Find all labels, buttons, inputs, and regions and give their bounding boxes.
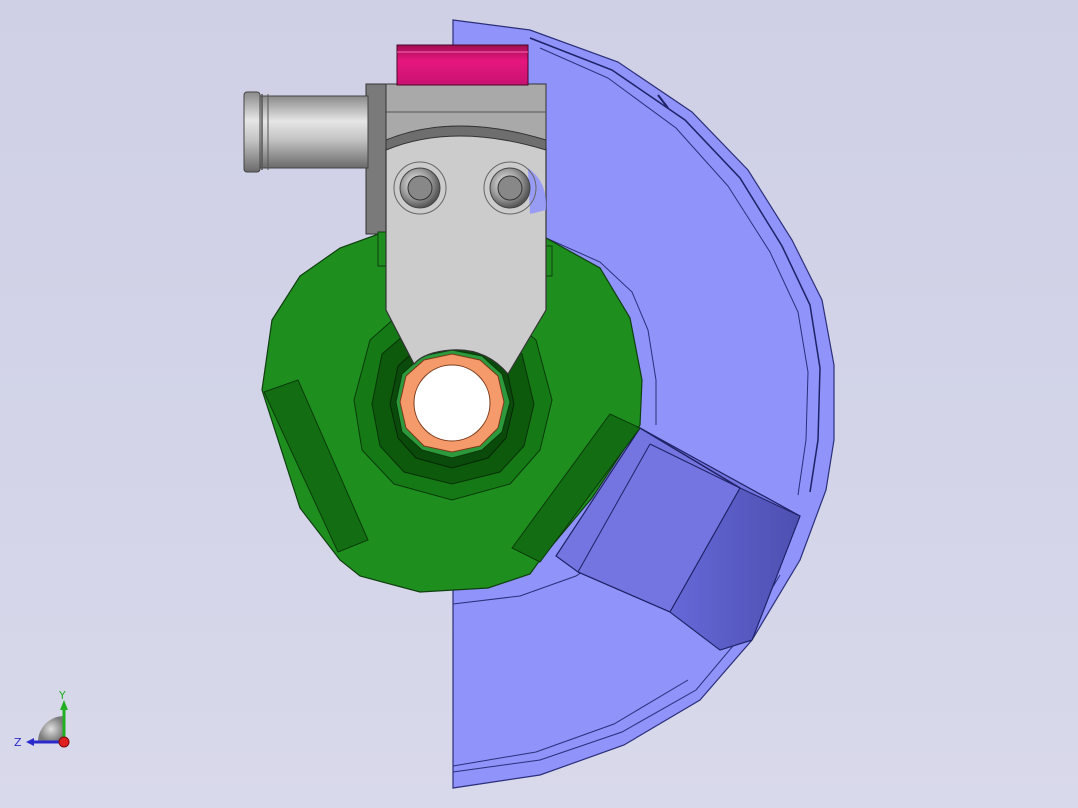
- bushing-bore: [413, 364, 491, 442]
- x-axis-dot: [58, 736, 70, 748]
- bolt-right-icon: [483, 161, 537, 215]
- bolt-left-icon: [393, 161, 447, 215]
- graphics-viewport[interactable]: Y Z: [0, 0, 1078, 808]
- y-axis-label: Y: [58, 689, 66, 702]
- bracket-v-block: [385, 133, 547, 376]
- z-axis-arrow-icon: [26, 738, 34, 746]
- pink-block[interactable]: [396, 44, 529, 86]
- z-axis-label: Z: [14, 736, 22, 749]
- bracket-side: [365, 83, 387, 235]
- view-triad[interactable]: Y Z: [14, 689, 70, 749]
- cylinder-shaft[interactable]: [243, 91, 369, 173]
- triad-sphere: [38, 716, 64, 742]
- model-view[interactable]: Y Z: [0, 0, 1078, 808]
